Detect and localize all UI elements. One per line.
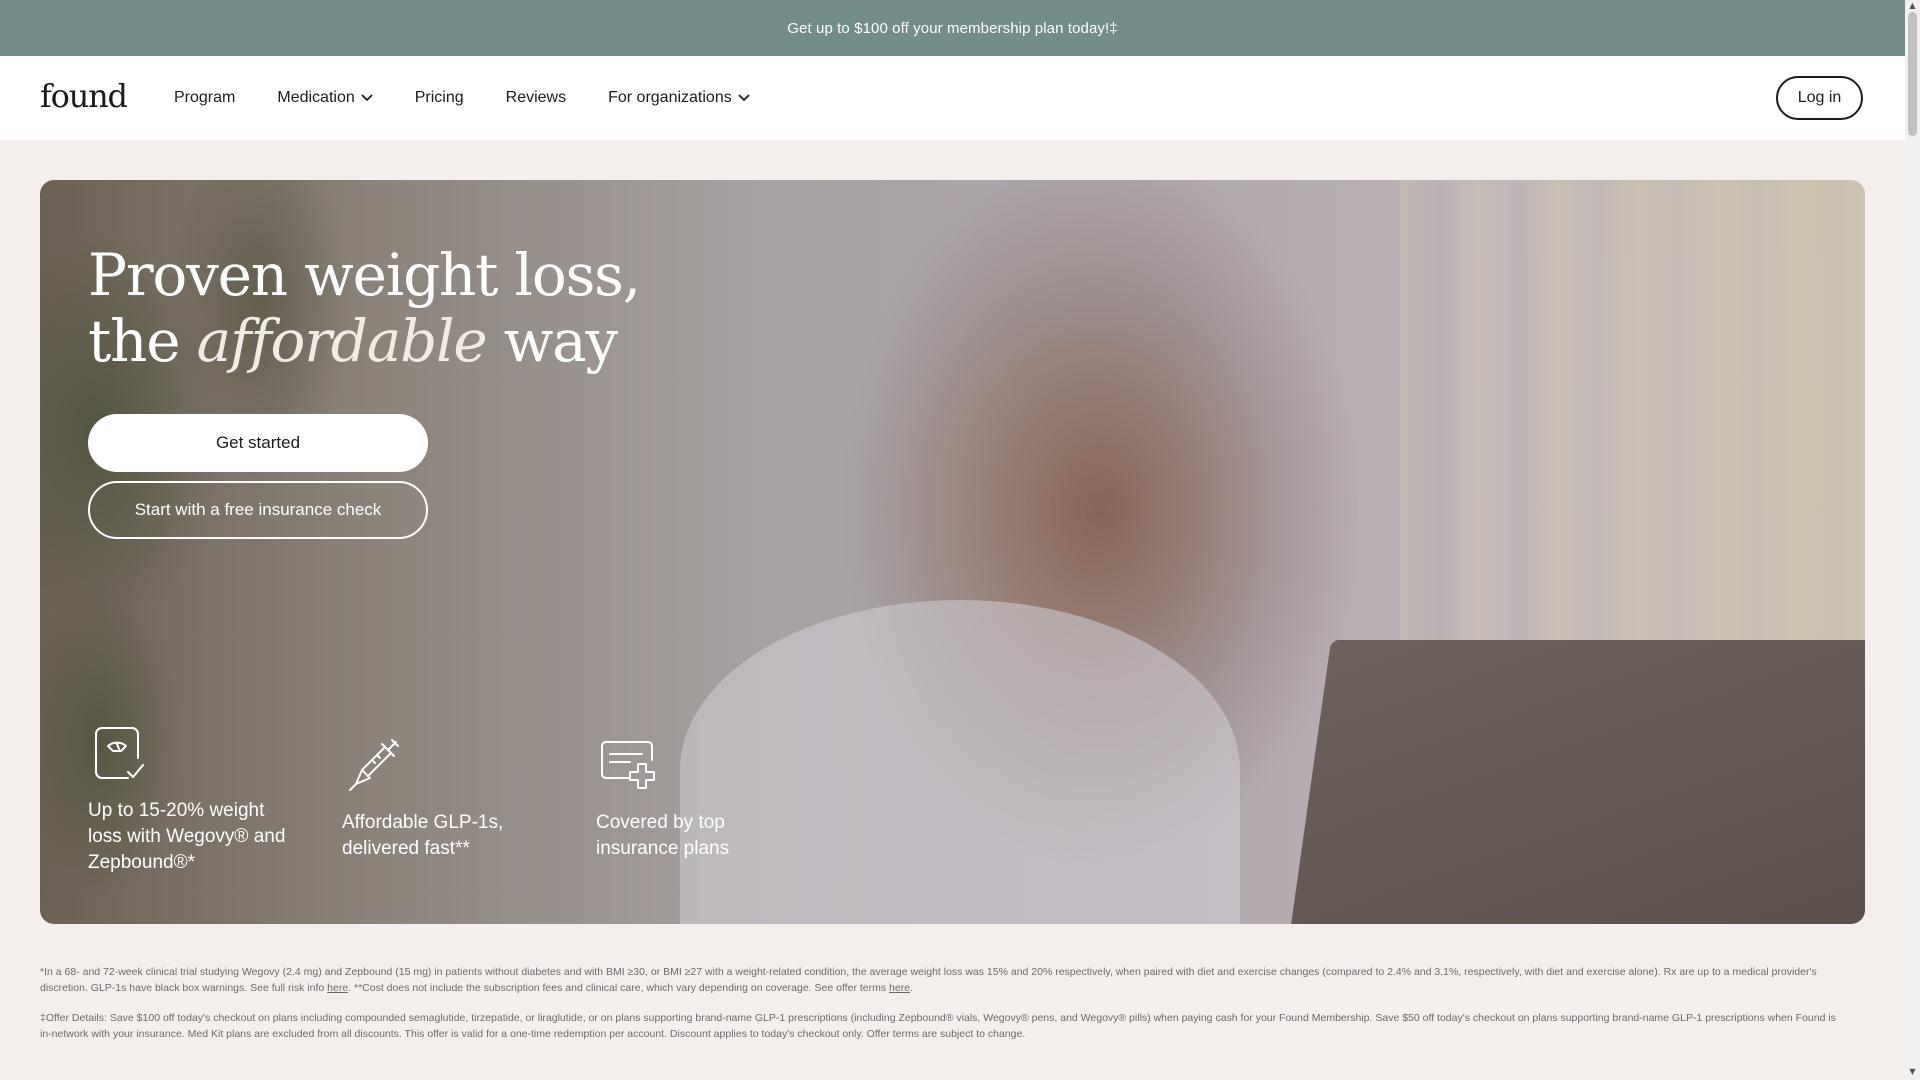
chevron-down-icon <box>738 94 750 102</box>
headline-line-2-end: way <box>486 307 619 375</box>
scale-check-icon <box>88 722 150 784</box>
footnote-1-text-c: . <box>910 982 913 994</box>
feature-3-line-2: insurance plans <box>596 838 730 859</box>
nav-for-organizations[interactable]: For organizations <box>608 89 750 107</box>
feature-1-line-3: Zepbound®* <box>88 852 195 873</box>
insurance-card-icon <box>596 734 658 796</box>
feature-weight-loss: Up to 15-20% weight loss with Wegovy® an… <box>88 722 308 876</box>
scrollbar-thumb[interactable] <box>1908 12 1917 136</box>
headline-line-1: Proven weight loss, <box>88 241 641 309</box>
footnote-1-text-a: *In a 68- and 72-week clinical trial stu… <box>40 966 1817 994</box>
page-scrollbar[interactable]: ▲ ▼ <box>1905 0 1920 1080</box>
get-started-button[interactable]: Get started <box>88 414 428 472</box>
scroll-down-arrow-icon[interactable]: ▼ <box>1908 1068 1917 1076</box>
feature-2-line-2: delivered fast** <box>342 838 470 859</box>
footnote-offer-details: ‡Offer Details: Save $100 off today's ch… <box>40 1012 1836 1040</box>
nav-pricing-label: Pricing <box>414 89 464 106</box>
risk-info-link[interactable]: here <box>327 982 348 994</box>
nav-pricing[interactable]: Pricing <box>415 89 464 107</box>
nav-program[interactable]: Program <box>174 89 235 107</box>
nav-medication[interactable]: Medication <box>277 89 373 107</box>
nav-medication-label: Medication <box>277 89 355 106</box>
nav-reviews-label: Reviews <box>505 89 567 106</box>
nav-reviews[interactable]: Reviews <box>506 89 566 107</box>
feature-glp1: Affordable GLP-1s, delivered fast** <box>342 734 542 862</box>
feature-glp1-text: Affordable GLP-1s, delivered fast** <box>342 810 542 862</box>
chevron-down-icon <box>361 94 373 102</box>
found-logo[interactable]: found <box>40 76 128 116</box>
nav-program-label: Program <box>174 89 236 106</box>
site-header: found Program Medication Pricing Reviews… <box>0 56 1905 140</box>
feature-2-line-1: Affordable GLP-1s, <box>342 812 504 833</box>
feature-insurance: Covered by top insurance plans <box>596 734 796 862</box>
footnotes: *In a 68- and 72-week clinical trial stu… <box>40 964 1840 1056</box>
offer-terms-link[interactable]: here <box>889 982 910 994</box>
footnote-1-text-b: . **Cost does not include the subscripti… <box>348 982 890 994</box>
footnote-clinical-trial: *In a 68- and 72-week clinical trial stu… <box>40 964 1840 996</box>
headline-line-2-start: the <box>88 307 197 375</box>
feature-1-line-2: loss with Wegovy® and <box>88 826 286 847</box>
scroll-up-arrow-icon[interactable]: ▲ <box>1908 2 1917 10</box>
insurance-check-button[interactable]: Start with a free insurance check <box>88 481 428 539</box>
syringe-icon <box>342 734 404 796</box>
feature-weight-loss-text: Up to 15-20% weight loss with Wegovy® an… <box>88 798 308 876</box>
headline-emphasis: affordable <box>196 307 488 375</box>
hero-headline: Proven weight loss, the affordable way <box>88 241 641 375</box>
main-nav: Program Medication Pricing Reviews For o… <box>174 56 792 140</box>
login-button[interactable]: Log in <box>1776 76 1863 120</box>
promo-text[interactable]: Get up to $100 off your membership plan … <box>787 20 1117 37</box>
nav-for-organizations-label: For organizations <box>608 89 732 106</box>
feature-1-line-1: Up to 15-20% weight <box>88 800 265 821</box>
hero-photo-laptop <box>1288 640 1865 924</box>
promo-banner[interactable]: Get up to $100 off your membership plan … <box>0 0 1905 56</box>
hero-section: Proven weight loss, the affordable way G… <box>40 180 1865 924</box>
feature-insurance-text: Covered by top insurance plans <box>596 810 796 862</box>
feature-3-line-1: Covered by top <box>596 812 725 833</box>
